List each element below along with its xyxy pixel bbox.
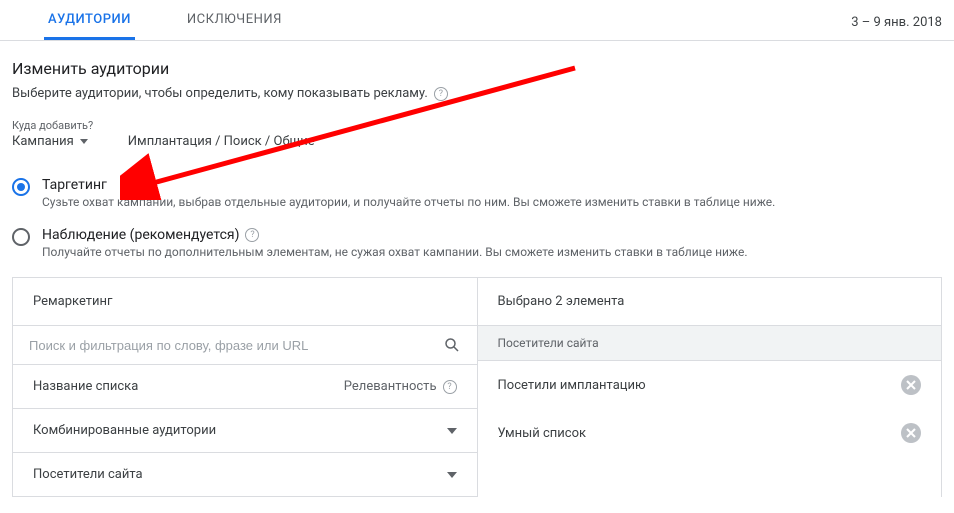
selected-item-label: Умный список (498, 426, 587, 441)
selected-header: Выбрано 2 элемента (478, 278, 942, 326)
level-value: Кампания (12, 134, 74, 149)
date-range[interactable]: 3 – 9 янв. 2018 (851, 15, 942, 40)
list-item-label: Посетители сайта (33, 467, 143, 482)
list-item-label: Комбинированные аудитории (33, 423, 216, 438)
selected-panel: Выбрано 2 элемента Посетители сайта Посе… (478, 278, 942, 497)
chevron-down-icon (447, 472, 457, 478)
chevron-down-icon (447, 428, 457, 434)
close-icon (906, 380, 916, 390)
browse-panel: Ремаркетинг Название списка Релевантност… (13, 278, 478, 497)
list-row[interactable]: Комбинированные аудитории (13, 409, 477, 453)
tab-audiences[interactable]: АУДИТОРИИ (44, 0, 135, 40)
list-row[interactable]: Посетители сайта (13, 453, 477, 497)
col-relevance: Релевантность (344, 379, 437, 394)
remove-button[interactable] (901, 375, 921, 395)
col-name: Название списка (33, 379, 138, 394)
radio-icon (12, 178, 30, 196)
remove-button[interactable] (901, 423, 921, 443)
breadcrumb[interactable]: Имплантация / Поиск / Общие (128, 134, 315, 149)
help-icon[interactable]: ? (443, 380, 457, 394)
option-targeting[interactable]: Таргетинг Сузьте охват кампании, выбрав … (12, 177, 942, 209)
help-icon[interactable]: ? (434, 87, 448, 101)
close-icon (906, 428, 916, 438)
level-dropdown[interactable]: Кампания (12, 134, 88, 149)
page-title: Изменить аудитории (12, 59, 942, 78)
selected-section: Посетители сайта (478, 326, 942, 361)
selected-item-label: Посетили имплантацию (498, 378, 646, 393)
tab-exclusions[interactable]: ИСКЛЮЧЕНИЯ (183, 0, 286, 40)
where-label: Куда добавить? (12, 119, 942, 132)
search-icon[interactable] (443, 336, 461, 354)
selected-item: Посетили имплантацию (478, 361, 942, 409)
page-subtitle: Выберите аудитории, чтобы определить, ко… (12, 86, 428, 101)
observation-label: Наблюдение (рекомендуется) (42, 227, 239, 243)
observation-desc: Получайте отчеты по дополнительным элеме… (42, 245, 748, 259)
targeting-desc: Сузьте охват кампании, выбрав отдельные … (42, 195, 775, 209)
selected-item: Умный список (478, 409, 942, 457)
targeting-label: Таргетинг (42, 177, 107, 193)
browse-header: Ремаркетинг (13, 278, 477, 326)
option-observation[interactable]: Наблюдение (рекомендуется) ? Получайте о… (12, 227, 942, 259)
radio-icon (12, 228, 30, 246)
search-input[interactable] (29, 338, 435, 353)
caret-down-icon (80, 139, 88, 144)
help-icon[interactable]: ? (245, 228, 259, 242)
